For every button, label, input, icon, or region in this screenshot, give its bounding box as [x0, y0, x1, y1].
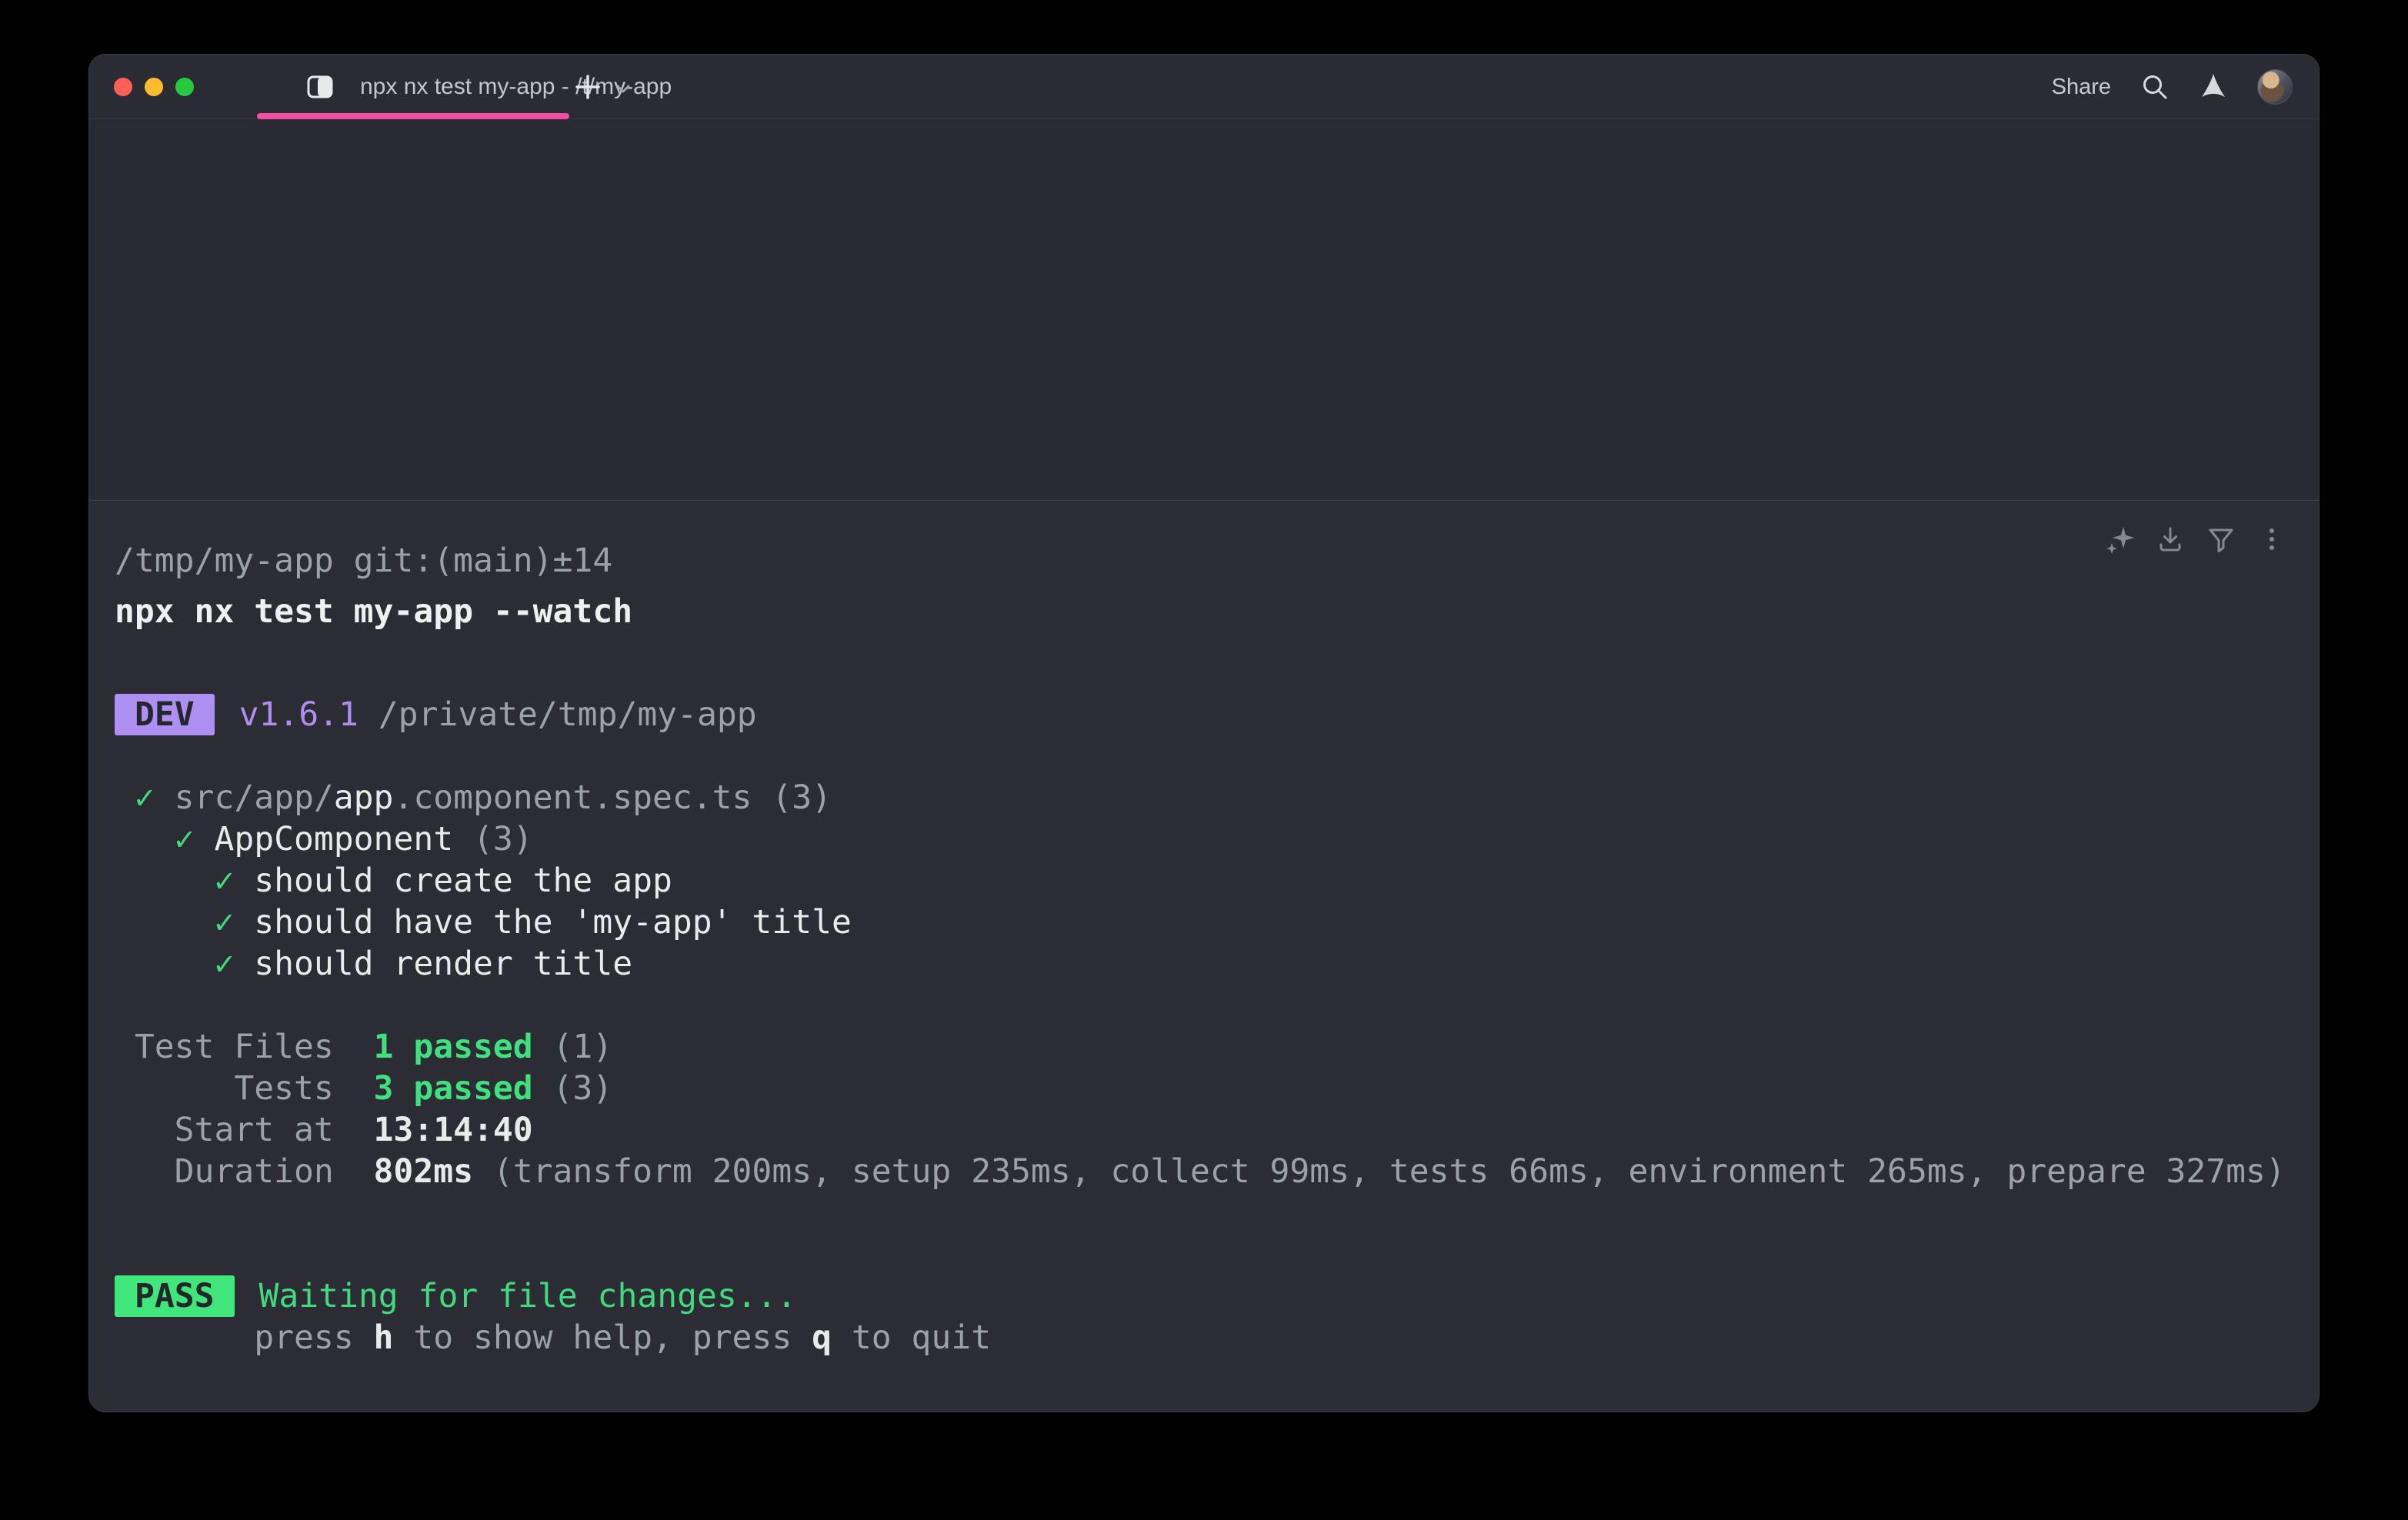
terminal-line: ✓ should render title [115, 943, 2288, 985]
chevron-down-icon[interactable] [614, 79, 632, 98]
terminal-text-segment: q [812, 1318, 832, 1357]
terminal-text-segment: AppComponent [214, 820, 453, 858]
user-avatar[interactable] [2257, 69, 2293, 105]
warp-logo-icon[interactable] [2199, 72, 2228, 102]
terminal-text-segment: v1.6.1 [239, 695, 359, 734]
terminal-text-segment: src/app/ [175, 778, 334, 817]
terminal-text-segment: app [334, 778, 394, 817]
terminal-text-segment: press [115, 1318, 374, 1357]
terminal-text-segment: (3) [453, 820, 533, 858]
terminal-text-segment: ✓ [115, 945, 254, 983]
terminal-line [115, 735, 2288, 777]
terminal-text-segment: npx nx test my-app --watch [115, 592, 632, 631]
terminal-line: ✓ should create the app [115, 860, 2288, 902]
close-button[interactable] [114, 78, 132, 96]
new-tab-button[interactable] [569, 68, 606, 105]
terminal-text-segment: 13:14:40 [374, 1111, 533, 1149]
filter-icon[interactable] [2206, 525, 2236, 554]
terminal-line: press h to show help, press q to quit [115, 1317, 2288, 1358]
terminal-line: ✓ src/app/app.component.spec.ts (3) [115, 777, 2288, 818]
terminal-text-segment: to quit [832, 1318, 991, 1357]
kebab-menu-icon[interactable] [2257, 525, 2286, 554]
terminal-text-segment: /private/tmp/my-app [359, 695, 757, 734]
terminal-line: npx nx test my-app --watch [115, 591, 2288, 632]
terminal-line: DEV v1.6.1 /private/tmp/my-app [115, 694, 2288, 735]
terminal-text-segment: 802ms [374, 1152, 473, 1191]
terminal-output: /tmp/my-app git:(main)±14 npx nx test my-… [115, 540, 2288, 1358]
terminal-text-segment: h [374, 1318, 394, 1357]
terminal-text-segment: (3) [752, 778, 832, 817]
terminal-text-segment: 1 passed [374, 1028, 533, 1066]
block-toolbar [2105, 525, 2286, 554]
search-icon[interactable] [2140, 72, 2170, 102]
traffic-lights [114, 78, 194, 96]
scrollback-pane [89, 120, 2319, 501]
terminal-text-segment: ✓ [115, 903, 254, 942]
terminal-text-segment: ✓ [115, 862, 254, 900]
terminal-line [115, 985, 2288, 1026]
terminal-text-segment: Tests [115, 1069, 374, 1108]
download-icon[interactable] [2156, 525, 2185, 554]
terminal-line: Duration 802ms (transform 200ms, setup 2… [115, 1151, 2288, 1192]
dev-badge: DEV [115, 694, 215, 735]
tab-panes-icon [306, 73, 334, 101]
terminal-text-segment: ✓ [115, 778, 175, 817]
terminal-text-segment: Duration [115, 1152, 374, 1191]
maximize-button[interactable] [175, 78, 194, 96]
terminal-line: Tests 3 passed (3) [115, 1068, 2288, 1109]
terminal-line [115, 632, 2288, 674]
terminal-text-segment: (transform 200ms, setup 235ms, collect 9… [473, 1152, 2286, 1191]
terminal-text-segment: should render title [254, 945, 632, 983]
terminal-text-segment: Test Files [115, 1028, 374, 1066]
active-tab-underline [257, 113, 569, 119]
terminal-text-segment: should have the 'my-app' title [254, 903, 852, 942]
terminal-text-segment: 3 passed [374, 1069, 533, 1108]
terminal-text-segment [219, 695, 239, 734]
terminal-text-segment: (1) [533, 1028, 613, 1066]
terminal-line [115, 1234, 2288, 1275]
terminal-text-segment: should create the app [254, 862, 672, 900]
terminal-line: ✓ AppComponent (3) [115, 818, 2288, 860]
terminal-line: Start at 13:14:40 [115, 1109, 2288, 1151]
terminal-line: Test Files 1 passed (1) [115, 1026, 2288, 1068]
terminal-text-segment: .component.spec.ts [393, 778, 752, 817]
terminal-line: ✓ should have the 'my-app' title [115, 902, 2288, 943]
share-button[interactable]: Share [2052, 75, 2111, 100]
pass-badge: PASS [115, 1275, 235, 1317]
terminal-line: PASS Waiting for file changes... [115, 1275, 2288, 1317]
terminal-window: npx nx test my-app - /t/my-app Share [88, 54, 2320, 1412]
terminal-text-segment: to show help, press [393, 1318, 812, 1357]
sparkles-icon[interactable] [2105, 525, 2134, 554]
command-block: /tmp/my-app git:(main)±14 npx nx test my-… [89, 502, 2319, 1412]
terminal-text-segment: (3) [533, 1069, 613, 1108]
terminal-text-segment: Start at [115, 1111, 374, 1149]
titlebar: npx nx test my-app - /t/my-app Share [89, 55, 2319, 119]
terminal-text-segment: /tmp/my-app git:(main)±14 [115, 542, 612, 580]
terminal-text-segment: Waiting for file changes... [258, 1277, 796, 1315]
terminal-text-segment [239, 1277, 259, 1315]
terminal-text-segment: ✓ [115, 820, 214, 858]
terminal-line: /tmp/my-app git:(main)±14 [115, 540, 2288, 582]
minimize-button[interactable] [145, 78, 163, 96]
terminal-line [115, 1192, 2288, 1234]
